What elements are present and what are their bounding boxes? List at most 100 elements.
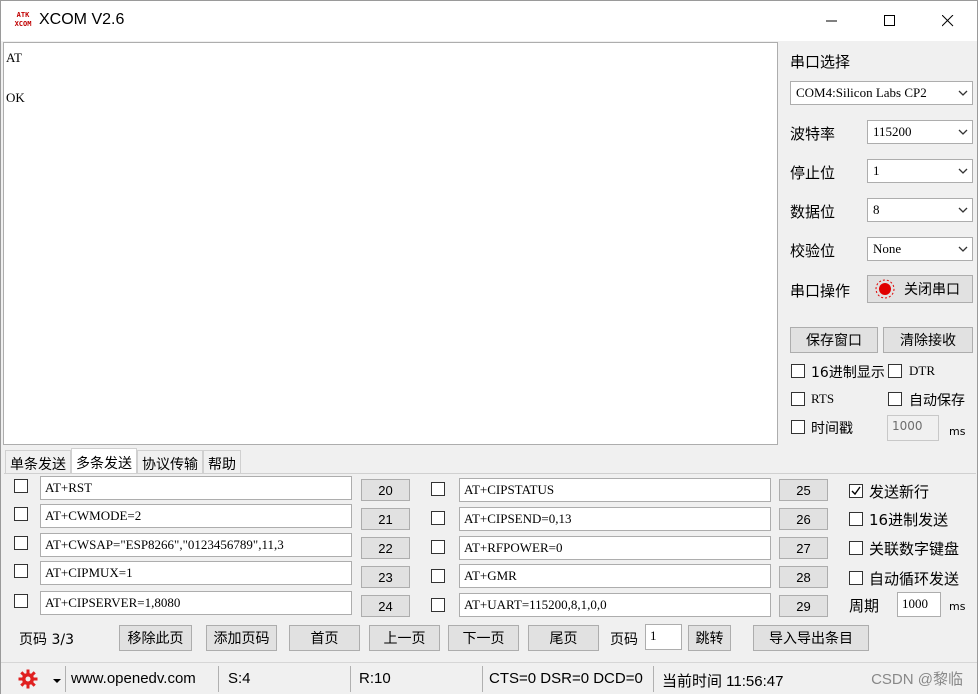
settings-gear-icon[interactable] bbox=[18, 669, 38, 693]
cmd-input[interactable]: AT+RST bbox=[40, 476, 352, 500]
maximize-button[interactable] bbox=[861, 1, 919, 41]
send-cmd-button[interactable]: 20 bbox=[361, 479, 410, 501]
hex-send-checkbox[interactable] bbox=[849, 512, 863, 526]
send-cmd-button[interactable]: 24 bbox=[361, 595, 410, 617]
stopbits-select[interactable]: 1 bbox=[867, 159, 973, 183]
cmd-input[interactable]: AT+CIPSEND=0,13 bbox=[459, 507, 771, 531]
watermark: CSDN @黎临 bbox=[871, 671, 963, 688]
period-input[interactable]: 1000 bbox=[897, 592, 941, 617]
receive-textarea[interactable]: AT OK bbox=[3, 42, 778, 445]
send-cmd-button[interactable]: 23 bbox=[361, 566, 410, 588]
page-indicator: 页码 3/3 bbox=[19, 632, 74, 648]
send-tabs: 单条发送 多条发送 协议传输 帮助 bbox=[5, 448, 241, 474]
last-page-button[interactable]: 尾页 bbox=[528, 625, 599, 651]
tab-multi-send[interactable]: 多条发送 bbox=[71, 448, 137, 474]
dropdown-arrow-icon[interactable] bbox=[53, 672, 61, 689]
keypad-checkbox[interactable] bbox=[849, 541, 863, 555]
port-value: COM4:Silicon Labs CP2 bbox=[796, 85, 927, 100]
prev-page-button[interactable]: 上一页 bbox=[369, 625, 440, 651]
parity-label: 校验位 bbox=[790, 242, 836, 260]
send-cmd-button[interactable]: 27 bbox=[779, 537, 828, 559]
send-cmd-button[interactable]: 29 bbox=[779, 595, 828, 617]
import-export-button[interactable]: 导入导出条目 bbox=[753, 625, 869, 651]
add-page-button[interactable]: 添加页码 bbox=[206, 625, 277, 651]
cmd-checkbox[interactable] bbox=[431, 598, 445, 612]
status-bar: www.openedv.com S:4 R:10 CTS=0 DSR=0 DCD… bbox=[1, 662, 977, 694]
cmd-checkbox[interactable] bbox=[14, 564, 28, 578]
first-page-button[interactable]: 首页 bbox=[289, 625, 360, 651]
baud-select[interactable]: 115200 bbox=[867, 120, 973, 144]
period-label: 周期 bbox=[849, 597, 880, 615]
cmd-checkbox[interactable] bbox=[431, 540, 445, 554]
hex-display-label: 16进制显示 bbox=[811, 365, 885, 381]
cmd-input[interactable]: AT+UART=115200,8,1,0,0 bbox=[459, 593, 771, 617]
cmd-input[interactable]: AT+CWSAP="ESP8266","0123456789",11,3 bbox=[40, 533, 352, 557]
tab-single-send[interactable]: 单条发送 bbox=[5, 450, 71, 474]
databits-select[interactable]: 8 bbox=[867, 198, 973, 222]
website-link[interactable]: www.openedv.com bbox=[71, 670, 196, 687]
dtr-checkbox[interactable] bbox=[888, 364, 902, 378]
chevron-down-icon bbox=[958, 207, 968, 213]
cmd-checkbox[interactable] bbox=[431, 482, 445, 496]
current-time: 当前时间 11:56:47 bbox=[662, 673, 784, 690]
title-bar[interactable]: ATK XCOM XCOM V2.6 bbox=[1, 1, 977, 41]
minimize-button[interactable] bbox=[803, 1, 861, 41]
send-cmd-button[interactable]: 22 bbox=[361, 537, 410, 559]
keypad-label: 关联数字键盘 bbox=[869, 540, 960, 558]
tab-protocol[interactable]: 协议传输 bbox=[137, 450, 203, 474]
databits-value: 8 bbox=[873, 202, 880, 217]
port-op-label: 串口操作 bbox=[790, 282, 851, 300]
clear-receive-button[interactable]: 清除接收 bbox=[883, 327, 973, 353]
cmd-checkbox[interactable] bbox=[14, 594, 28, 608]
close-port-button[interactable]: 关闭串口 bbox=[867, 275, 973, 303]
stopbits-value: 1 bbox=[873, 163, 880, 178]
cmd-checkbox[interactable] bbox=[431, 569, 445, 583]
cmd-checkbox[interactable] bbox=[14, 536, 28, 550]
receive-line: OK bbox=[6, 90, 25, 105]
port-select-label: 串口选择 bbox=[790, 53, 851, 71]
jump-page-button[interactable]: 跳转 bbox=[688, 625, 731, 651]
maximize-icon bbox=[884, 15, 895, 26]
send-cmd-button[interactable]: 26 bbox=[779, 508, 828, 530]
baud-value: 115200 bbox=[873, 124, 912, 139]
page-input-label: 页码 bbox=[610, 632, 638, 648]
timestamp-label: 时间戳 bbox=[811, 421, 853, 437]
tab-help[interactable]: 帮助 bbox=[203, 450, 241, 474]
cmd-input[interactable]: AT+CWMODE=2 bbox=[40, 504, 352, 528]
cmd-checkbox[interactable] bbox=[14, 479, 28, 493]
next-page-button[interactable]: 下一页 bbox=[448, 625, 519, 651]
receive-line bbox=[6, 68, 775, 88]
port-select[interactable]: COM4:Silicon Labs CP2 bbox=[790, 81, 973, 105]
close-button[interactable] bbox=[919, 1, 977, 41]
cmd-input[interactable]: AT+CIPSERVER=1,8080 bbox=[40, 591, 352, 615]
send-cmd-button[interactable]: 21 bbox=[361, 508, 410, 530]
timestamp-interval-input[interactable]: 1000 bbox=[887, 415, 939, 441]
receive-line: AT bbox=[6, 50, 22, 65]
cmd-input[interactable]: AT+CIPSTATUS bbox=[459, 478, 771, 502]
page-number-input[interactable]: 1 bbox=[645, 624, 682, 650]
chevron-down-icon bbox=[958, 168, 968, 174]
line-status: CTS=0 DSR=0 DCD=0 bbox=[489, 670, 643, 687]
send-newline-checkbox[interactable] bbox=[849, 484, 863, 498]
period-unit: ms bbox=[949, 600, 966, 613]
hex-display-checkbox[interactable] bbox=[791, 364, 805, 378]
cmd-input[interactable]: AT+RFPOWER=0 bbox=[459, 536, 771, 560]
save-window-button[interactable]: 保存窗口 bbox=[790, 327, 878, 353]
parity-select[interactable]: None bbox=[867, 237, 973, 261]
cmd-input[interactable]: AT+CIPMUX=1 bbox=[40, 561, 352, 585]
send-cmd-button[interactable]: 28 bbox=[779, 566, 828, 588]
rts-checkbox[interactable] bbox=[791, 392, 805, 406]
sent-count: S:4 bbox=[228, 670, 251, 687]
cmd-checkbox[interactable] bbox=[14, 507, 28, 521]
remove-page-button[interactable]: 移除此页 bbox=[119, 625, 192, 651]
received-count[interactable]: R:10 bbox=[359, 670, 391, 687]
send-cmd-button[interactable]: 25 bbox=[779, 479, 828, 501]
timestamp-checkbox[interactable] bbox=[791, 420, 805, 434]
cmd-checkbox[interactable] bbox=[431, 511, 445, 525]
auto-loop-label: 自动循环发送 bbox=[869, 570, 960, 588]
divider bbox=[653, 666, 654, 692]
auto-loop-checkbox[interactable] bbox=[849, 571, 863, 585]
auto-save-checkbox[interactable] bbox=[888, 392, 902, 406]
cmd-input[interactable]: AT+GMR bbox=[459, 564, 771, 588]
port-status-indicator-icon bbox=[875, 279, 895, 299]
